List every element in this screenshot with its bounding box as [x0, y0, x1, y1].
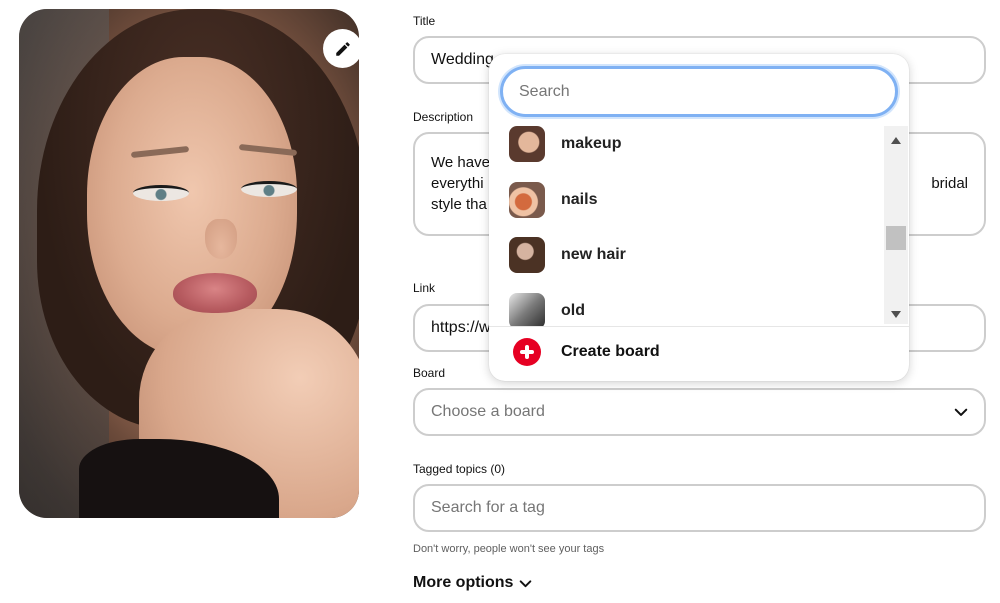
board-item-label: nails [561, 191, 598, 208]
link-value: https://w [431, 319, 491, 336]
divider [489, 326, 909, 327]
plus-circle-icon [513, 338, 541, 366]
link-label: Link [413, 281, 436, 295]
board-item-old[interactable]: old [509, 292, 585, 326]
tag-search-input[interactable]: Search for a tag [413, 484, 986, 532]
board-list-scrollbar[interactable] [884, 126, 908, 324]
more-options-label: More options [413, 574, 514, 591]
board-placeholder: Choose a board [431, 403, 545, 420]
board-label: Board [413, 366, 446, 380]
board-item-label: new hair [561, 246, 626, 263]
pencil-icon [335, 41, 350, 56]
nails-thumbnail [509, 182, 545, 218]
create-board-label: Create board [561, 343, 660, 360]
title-value: Wedding [431, 51, 494, 68]
description-line-2: everythi [431, 175, 484, 192]
more-options-button[interactable]: More options [413, 574, 532, 592]
pin-image [19, 9, 359, 518]
board-item-new-hair[interactable]: new hair [509, 236, 626, 274]
board-search-input[interactable]: Search [500, 66, 898, 117]
board-list: makeup nails new hair old [489, 126, 885, 326]
board-dropdown: Search makeup nails new hair old Create … [489, 54, 909, 381]
tags-label: Tagged topics (0) [413, 462, 506, 476]
scroll-down-arrow-icon[interactable] [884, 304, 908, 324]
board-item-nails[interactable]: nails [509, 181, 597, 219]
makeup-thumbnail [509, 126, 545, 162]
title-label: Title [413, 14, 436, 28]
board-select[interactable]: Choose a board [413, 388, 986, 436]
scrollbar-thumb[interactable] [886, 226, 906, 250]
hair-thumbnail [509, 237, 545, 273]
chevron-down-icon [520, 579, 532, 587]
tag-search-placeholder: Search for a tag [431, 499, 545, 516]
scroll-up-arrow-icon[interactable] [884, 130, 908, 150]
board-item-label: makeup [561, 135, 622, 152]
board-item-makeup[interactable]: makeup [509, 126, 621, 163]
tags-hint: Don't worry, people won't see your tags [413, 543, 605, 555]
old-thumbnail [509, 293, 545, 326]
description-label: Description [413, 110, 474, 124]
chevron-down-icon [954, 408, 968, 416]
description-line-2-end: bridal [931, 175, 968, 192]
board-search-placeholder: Search [519, 82, 570, 100]
edit-image-button[interactable] [323, 29, 359, 68]
create-board-button[interactable]: Create board [513, 338, 660, 366]
board-item-label: old [561, 302, 585, 319]
